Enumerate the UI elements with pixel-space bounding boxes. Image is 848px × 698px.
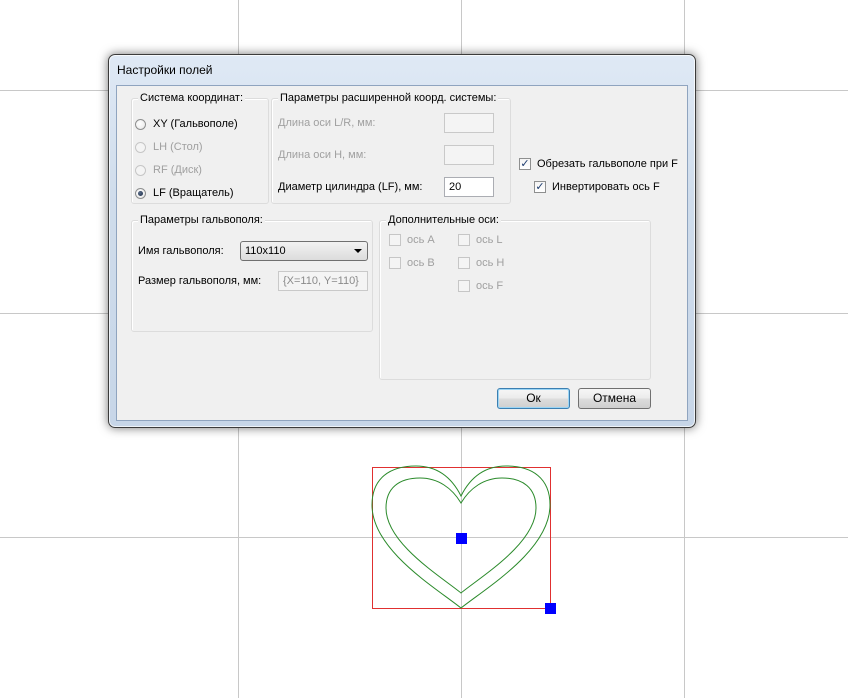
dialog-client-area: Система координат: XY (Гальвополе) LH (С… (116, 85, 688, 421)
galvo-name-value: 110x110 (245, 245, 286, 257)
clip-galvo-label[interactable]: Обрезать гальвополе при F (537, 158, 678, 170)
axis-h-input[interactable] (444, 145, 494, 165)
clip-galvo-checkbox[interactable]: ✓ (519, 158, 531, 170)
galvo-name-label: Имя гальвополя: (138, 245, 224, 257)
additional-axes-legend: Дополнительные оси: (386, 214, 501, 226)
dialog-title: Настройки полей (117, 63, 213, 77)
axis-f-label[interactable]: ось F (476, 280, 503, 292)
axis-h-checkbox-label[interactable]: ось H (476, 257, 504, 269)
cancel-button[interactable]: Отмена (578, 388, 651, 409)
axis-l-label[interactable]: ось L (476, 234, 503, 246)
axis-h-label: Длина оси H, мм: (278, 149, 367, 161)
radio-lf[interactable] (135, 188, 146, 199)
axis-b-checkbox[interactable] (389, 257, 401, 269)
axis-lr-input[interactable] (444, 113, 494, 133)
axis-lr-label: Длина оси L/R, мм: (278, 117, 376, 129)
ok-button[interactable]: Ок (497, 388, 570, 409)
axis-l-checkbox[interactable] (458, 234, 470, 246)
radio-lh-label[interactable]: LH (Стол) (153, 141, 203, 153)
center-handle[interactable] (456, 533, 467, 544)
galvo-params-legend: Параметры гальвополя: (138, 214, 265, 226)
axis-a-checkbox[interactable] (389, 234, 401, 246)
radio-lh[interactable] (135, 142, 146, 153)
radio-xy-label[interactable]: XY (Гальвополе) (153, 118, 238, 130)
axis-h-checkbox[interactable] (458, 257, 470, 269)
galvo-size-field[interactable]: {X=110, Y=110} (278, 271, 368, 291)
diameter-label: Диаметр цилиндра (LF), мм: (278, 181, 423, 193)
axis-f-checkbox[interactable] (458, 280, 470, 292)
coord-system-legend: Система координат: (138, 92, 246, 104)
invert-axis-label[interactable]: Инвертировать ось F (552, 181, 660, 193)
radio-lf-label[interactable]: LF (Вращатель) (153, 187, 234, 199)
radio-xy[interactable] (135, 119, 146, 130)
galvo-size-label: Размер гальвополя, мм: (138, 275, 262, 287)
radio-rf[interactable] (135, 165, 146, 176)
galvo-name-select[interactable]: 110x110 (240, 241, 368, 261)
diameter-input[interactable]: 20 (444, 177, 494, 197)
extended-coords-legend: Параметры расширенной коорд. системы: (278, 92, 499, 104)
settings-dialog: Настройки полей Система координат: XY (Г… (108, 54, 696, 428)
radio-rf-label[interactable]: RF (Диск) (153, 164, 202, 176)
axis-b-label[interactable]: ось B (407, 257, 435, 269)
axis-a-label[interactable]: ось A (407, 234, 435, 246)
chevron-down-icon (354, 249, 362, 253)
resize-handle[interactable] (545, 603, 556, 614)
invert-axis-checkbox[interactable]: ✓ (534, 181, 546, 193)
